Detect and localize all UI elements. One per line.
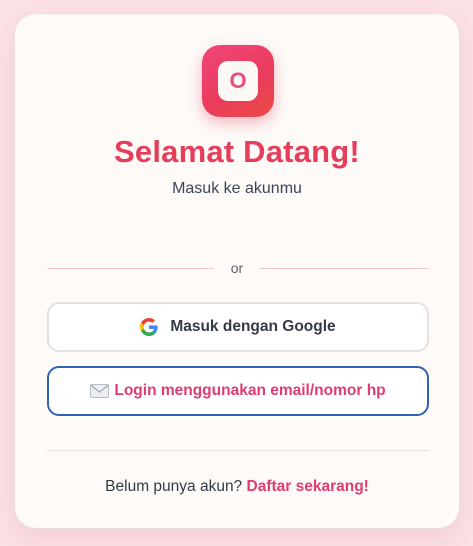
- email-login-label: Login menggunakan email/nomor hp: [114, 382, 386, 399]
- footer-divider: [47, 450, 429, 451]
- signup-prompt: Belum punya akun? Daftar sekarang!: [15, 478, 459, 496]
- page-title: Selamat Datang!: [114, 134, 360, 169]
- divider-line-right: [260, 268, 429, 269]
- google-icon: [140, 318, 158, 336]
- google-login-label: Masuk dengan Google: [170, 318, 336, 335]
- login-card: O Selamat Datang! Masuk ke akunmu or Mas…: [14, 13, 460, 529]
- divider-line-left: [47, 268, 214, 269]
- google-login-button[interactable]: Masuk dengan Google: [47, 302, 429, 352]
- envelope-icon: [90, 384, 110, 398]
- app-logo-letter: O: [218, 61, 258, 101]
- email-login-button[interactable]: Login menggunakan email/nomor hp: [47, 366, 429, 416]
- divider-label: or: [230, 260, 244, 276]
- signup-prompt-text: Belum punya akun?: [105, 478, 243, 495]
- signup-link[interactable]: Daftar sekarang!: [247, 478, 369, 495]
- or-divider: or: [47, 259, 429, 279]
- page-subtitle: Masuk ke akunmu: [172, 180, 302, 197]
- app-logo: O: [202, 45, 274, 117]
